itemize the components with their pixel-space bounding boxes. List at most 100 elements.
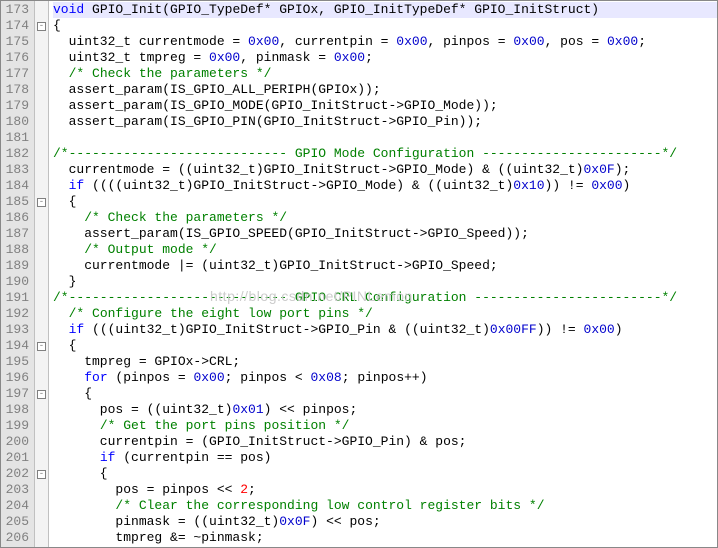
code-line[interactable]: tmpreg &= ~pinmask; — [53, 530, 717, 546]
fold-marker[interactable]: - — [35, 386, 48, 402]
fold-marker — [35, 50, 48, 66]
code-line[interactable] — [53, 130, 717, 146]
code-line[interactable]: { — [53, 18, 717, 34]
fold-collapse-icon[interactable]: - — [37, 198, 46, 207]
code-line[interactable]: for (pinpos = 0x00; pinpos < 0x08; pinpo… — [53, 370, 717, 386]
line-number: 204 — [1, 498, 29, 514]
code-line[interactable]: /*---------------------------- GPIO Mode… — [53, 146, 717, 162]
line-number: 181 — [1, 130, 29, 146]
code-line[interactable]: /* Clear the corresponding low control r… — [53, 498, 717, 514]
code-line[interactable]: if (((uint32_t)GPIO_InitStruct->GPIO_Pin… — [53, 322, 717, 338]
fold-marker[interactable]: - — [35, 338, 48, 354]
fold-gutter[interactable]: - - - - - — [35, 1, 49, 547]
fold-marker — [35, 114, 48, 130]
fold-collapse-icon[interactable]: - — [37, 470, 46, 479]
fold-marker — [35, 162, 48, 178]
line-number: 196 — [1, 370, 29, 386]
code-line[interactable]: uint32_t tmpreg = 0x00, pinmask = 0x00; — [53, 50, 717, 66]
line-number: 178 — [1, 82, 29, 98]
fold-collapse-icon[interactable]: - — [37, 390, 46, 399]
line-number: 184 — [1, 178, 29, 194]
fold-marker — [35, 530, 48, 546]
code-line[interactable]: uint32_t currentmode = 0x00, currentpin … — [53, 34, 717, 50]
code-line[interactable]: if (currentpin == pos) — [53, 450, 717, 466]
fold-marker — [35, 66, 48, 82]
line-number: 200 — [1, 434, 29, 450]
fold-marker — [35, 258, 48, 274]
code-area[interactable]: void GPIO_Init(GPIO_TypeDef* GPIOx, GPIO… — [49, 1, 717, 547]
code-line[interactable]: assert_param(IS_GPIO_MODE(GPIO_InitStruc… — [53, 98, 717, 114]
line-number: 183 — [1, 162, 29, 178]
fold-marker — [35, 482, 48, 498]
code-line[interactable]: /* Check the parameters */ — [53, 66, 717, 82]
line-number: 190 — [1, 274, 29, 290]
fold-marker — [35, 34, 48, 50]
fold-marker — [35, 434, 48, 450]
fold-marker — [35, 210, 48, 226]
line-number: 188 — [1, 242, 29, 258]
fold-marker — [35, 130, 48, 146]
fold-collapse-icon[interactable]: - — [37, 342, 46, 351]
line-number: 195 — [1, 354, 29, 370]
line-number: 180 — [1, 114, 29, 130]
code-line[interactable]: { — [53, 338, 717, 354]
code-line[interactable]: /* Check the parameters */ — [53, 210, 717, 226]
code-line[interactable]: pinmask = ((uint32_t)0x0F) << pos; — [53, 514, 717, 530]
fold-marker — [35, 82, 48, 98]
line-number: 203 — [1, 482, 29, 498]
line-number: 175 — [1, 34, 29, 50]
line-number: 187 — [1, 226, 29, 242]
line-number: 202 — [1, 466, 29, 482]
fold-marker — [35, 418, 48, 434]
code-line[interactable]: /*---------------------------- GPIO CRL … — [53, 290, 717, 306]
fold-marker[interactable]: - — [35, 18, 48, 34]
fold-marker[interactable]: - — [35, 194, 48, 210]
code-line[interactable]: /* Output mode */ — [53, 242, 717, 258]
code-line[interactable]: assert_param(IS_GPIO_ALL_PERIPH(GPIOx)); — [53, 82, 717, 98]
line-number-gutter: 1731741751761771781791801811821831841851… — [1, 1, 35, 547]
code-line[interactable]: { — [53, 466, 717, 482]
code-line[interactable]: } — [53, 274, 717, 290]
code-line[interactable]: /* Configure the eight low port pins */ — [53, 306, 717, 322]
fold-marker — [35, 242, 48, 258]
fold-marker — [35, 226, 48, 242]
code-line[interactable]: currentmode = ((uint32_t)GPIO_InitStruct… — [53, 162, 717, 178]
line-number: 173 — [1, 2, 29, 18]
line-number: 189 — [1, 258, 29, 274]
code-line[interactable]: { — [53, 386, 717, 402]
code-line[interactable]: assert_param(IS_GPIO_SPEED(GPIO_InitStru… — [53, 226, 717, 242]
fold-marker — [35, 498, 48, 514]
line-number: 206 — [1, 530, 29, 546]
code-line[interactable]: void GPIO_Init(GPIO_TypeDef* GPIOx, GPIO… — [53, 2, 717, 18]
line-number: 182 — [1, 146, 29, 162]
fold-marker — [35, 322, 48, 338]
fold-collapse-icon[interactable]: - — [37, 22, 46, 31]
line-number: 194 — [1, 338, 29, 354]
code-line[interactable]: if ((((uint32_t)GPIO_InitStruct->GPIO_Mo… — [53, 178, 717, 194]
fold-marker — [35, 354, 48, 370]
code-line[interactable]: pos = ((uint32_t)0x01) << pinpos; — [53, 402, 717, 418]
fold-marker — [35, 450, 48, 466]
fold-marker — [35, 402, 48, 418]
line-number: 205 — [1, 514, 29, 530]
code-line[interactable]: tmpreg = GPIOx->CRL; — [53, 354, 717, 370]
line-number: 179 — [1, 98, 29, 114]
line-number: 177 — [1, 66, 29, 82]
code-line[interactable]: pos = pinpos << 2; — [53, 482, 717, 498]
code-line[interactable]: currentmode |= (uint32_t)GPIO_InitStruct… — [53, 258, 717, 274]
code-editor[interactable]: 1731741751761771781791801811821831841851… — [1, 1, 717, 547]
fold-marker — [35, 98, 48, 114]
line-number: 185 — [1, 194, 29, 210]
code-line[interactable]: { — [53, 194, 717, 210]
code-line[interactable]: /* Get the port pins position */ — [53, 418, 717, 434]
fold-marker — [35, 290, 48, 306]
line-number: 192 — [1, 306, 29, 322]
line-number: 197 — [1, 386, 29, 402]
fold-marker[interactable]: - — [35, 466, 48, 482]
code-line[interactable]: assert_param(IS_GPIO_PIN(GPIO_InitStruct… — [53, 114, 717, 130]
fold-marker — [35, 370, 48, 386]
fold-marker — [35, 306, 48, 322]
line-number: 201 — [1, 450, 29, 466]
code-line[interactable]: currentpin = (GPIO_InitStruct->GPIO_Pin)… — [53, 434, 717, 450]
line-number: 198 — [1, 402, 29, 418]
